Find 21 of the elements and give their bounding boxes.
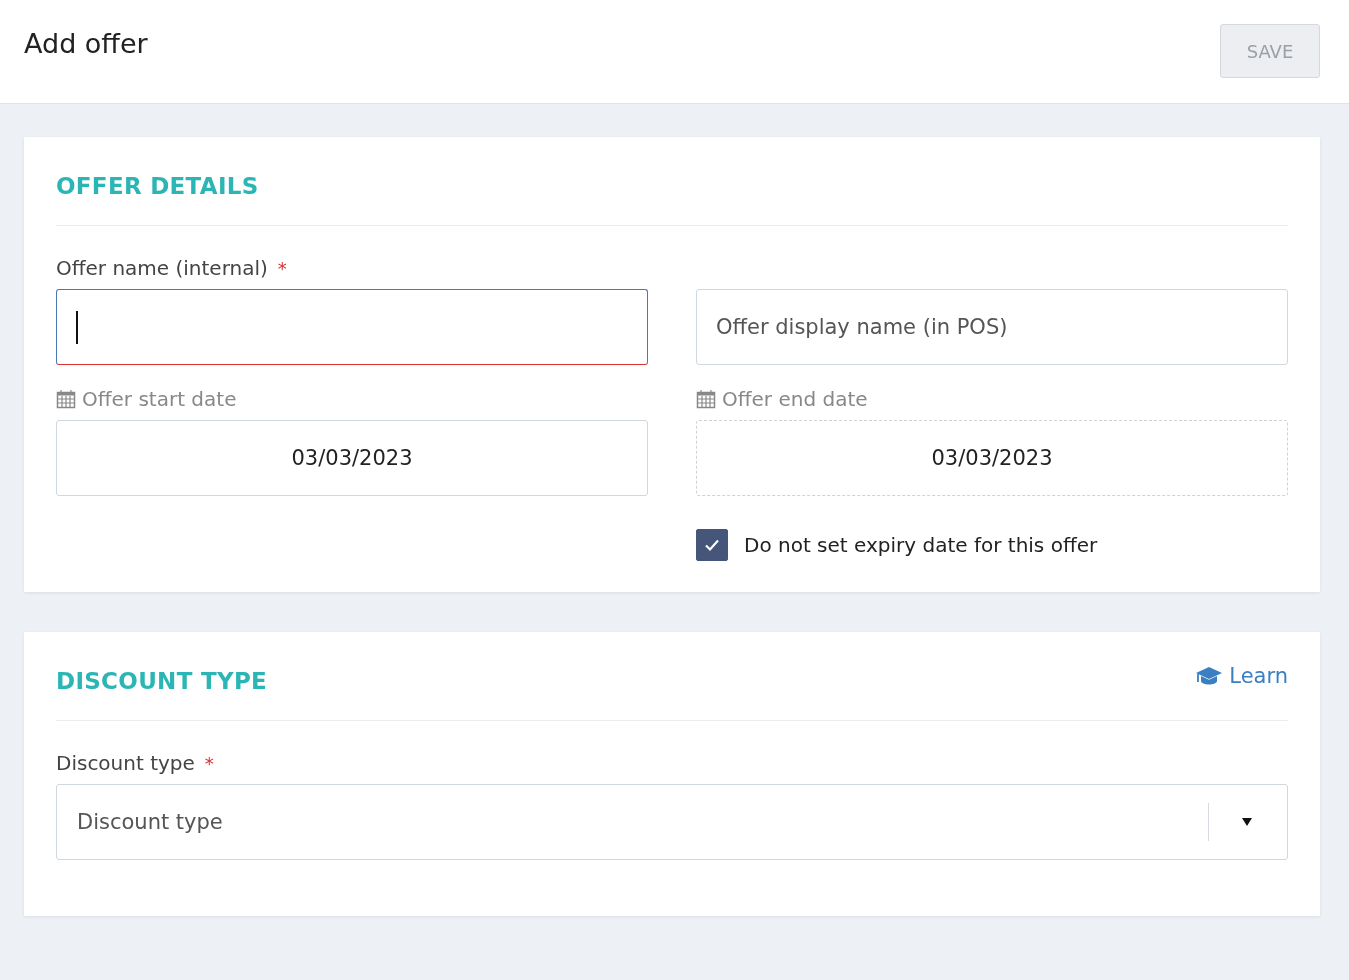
caret-icon xyxy=(1242,818,1252,826)
display-name-field[interactable]: Offer display name (in POS) xyxy=(696,289,1288,365)
field-label: Discount type xyxy=(56,751,195,775)
calendar-icon xyxy=(56,389,76,409)
section-title: OFFER DETAILS xyxy=(56,173,260,199)
field-label: Offer start date xyxy=(82,387,237,411)
field-label: Offer name (internal) xyxy=(56,256,268,280)
required-mark: * xyxy=(204,753,214,774)
learn-link[interactable]: Learn xyxy=(1195,664,1288,688)
start-date-field[interactable]: 03/03/2023 xyxy=(56,420,648,496)
checkbox[interactable] xyxy=(696,529,728,561)
checkbox-label: Do not set expiry date for this offer xyxy=(744,533,1098,557)
page-title: Add offer xyxy=(24,28,148,59)
calendar-icon xyxy=(696,389,716,409)
discount-type-select[interactable]: Discount type xyxy=(56,784,1288,860)
field-label: Offer end date xyxy=(722,387,868,411)
offer-name-field[interactable] xyxy=(56,289,648,365)
text-cursor xyxy=(76,311,78,344)
required-mark: * xyxy=(277,258,287,279)
graduation-cap-icon xyxy=(1195,666,1224,686)
section-title: DISCOUNT TYPE xyxy=(56,668,268,694)
